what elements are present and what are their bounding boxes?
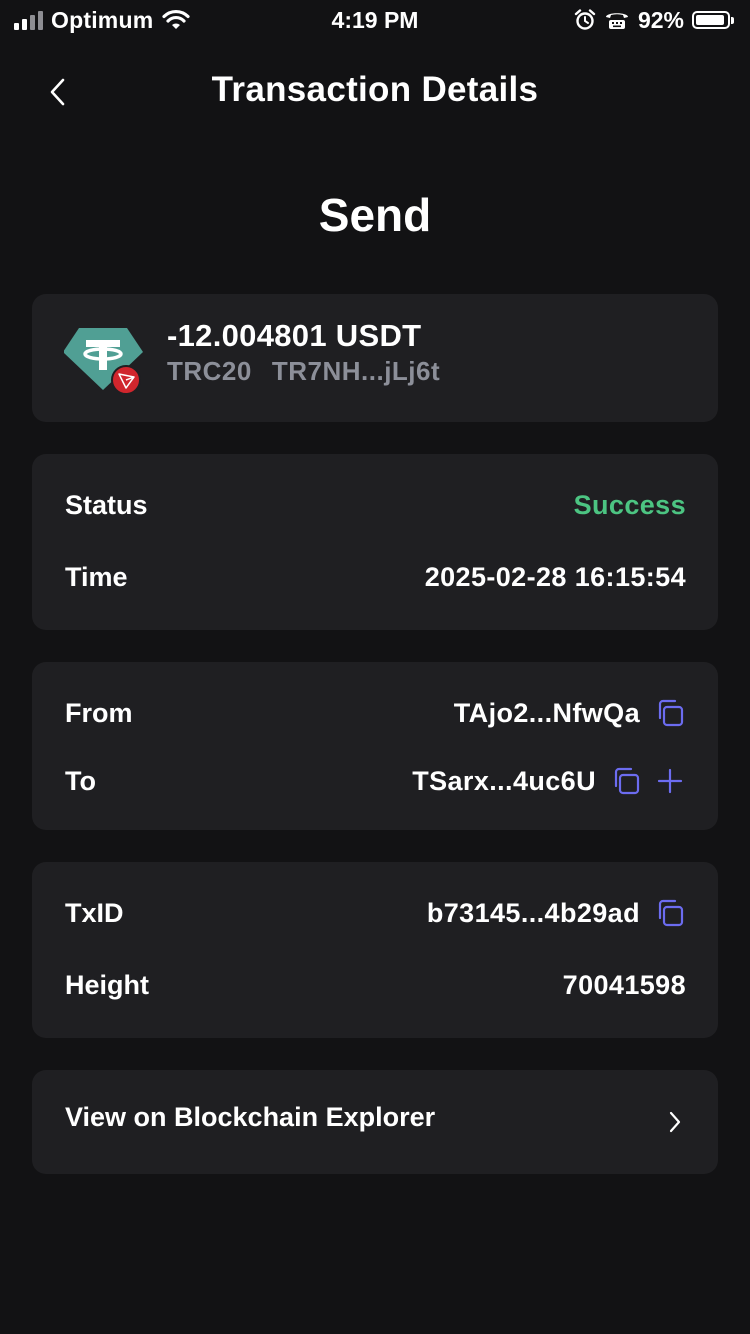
time-value: 2025-02-28 16:15:54 [424, 561, 686, 592]
status-bar: Optimum 4:19 PM 92% [0, 0, 750, 40]
time-row: Time 2025-02-28 16:15:54 [65, 557, 686, 597]
height-label: Height [65, 969, 149, 1000]
tx-card: TxID b73145...4b29ad Height 70041598 [32, 862, 718, 1038]
battery-icon [692, 11, 734, 29]
height-value: 70041598 [562, 969, 686, 1000]
status-card: Status Success Time 2025-02-28 16:15:54 [32, 454, 718, 630]
copy-icon [658, 899, 684, 927]
copy-from-button[interactable] [654, 697, 686, 729]
tether-icon [64, 328, 143, 394]
txid-value: b73145...4b29ad [426, 897, 640, 928]
txid-value-group: b73145...4b29ad [427, 897, 686, 929]
add-contact-button[interactable] [654, 765, 686, 797]
blockchain-explorer-button[interactable]: View on Blockchain Explorer [32, 1070, 718, 1174]
explorer-label: View on Blockchain Explorer [65, 1102, 436, 1132]
time-label: Time [65, 561, 128, 592]
to-address: TSarx...4uc6U [412, 765, 596, 796]
to-label: To [65, 765, 96, 796]
copy-to-button[interactable] [610, 765, 642, 797]
token-subtitle: TRC20 TR7NH...jLj6t [167, 356, 440, 387]
transaction-type-heading: Send [318, 189, 432, 241]
address-card: From TAjo2...NfwQa To TSarx...4uc6U [32, 662, 718, 830]
txid-row: TxID b73145...4b29ad [65, 893, 686, 933]
token-network: TRC20 [167, 356, 252, 386]
status-label: Status [65, 489, 148, 520]
nav-header: Transaction Details [0, 56, 750, 126]
token-contract-address: TR7NH...jLj6t [271, 356, 441, 386]
status-row: Status Success [65, 485, 686, 525]
from-value-group: TAjo2...NfwQa [454, 697, 686, 729]
battery-percentage: 92% [637, 6, 684, 33]
height-row: Height 70041598 [65, 965, 686, 1005]
copy-txid-button[interactable] [654, 897, 686, 929]
from-address: TAjo2...NfwQa [453, 697, 640, 728]
transaction-amount: -12.004801 USDT [167, 318, 422, 353]
from-row: From TAjo2...NfwQa [65, 693, 686, 733]
to-row: To TSarx...4uc6U [65, 761, 686, 801]
txid-label: TxID [65, 897, 124, 928]
amount-card: -12.004801 USDT TRC20 TR7NH...jLj6t [32, 294, 718, 422]
tty-icon [605, 13, 628, 29]
from-label: From [65, 697, 133, 728]
status-value: Success [573, 489, 686, 520]
status-bar-right: 92% [574, 6, 736, 34]
to-value-group: TSarx...4uc6U [412, 765, 686, 797]
copy-icon [614, 767, 640, 795]
chevron-right-icon [669, 1111, 681, 1133]
plus-icon [657, 768, 683, 794]
page-title: Transaction Details [211, 70, 539, 109]
alarm-icon [574, 9, 596, 30]
copy-icon [658, 699, 684, 727]
